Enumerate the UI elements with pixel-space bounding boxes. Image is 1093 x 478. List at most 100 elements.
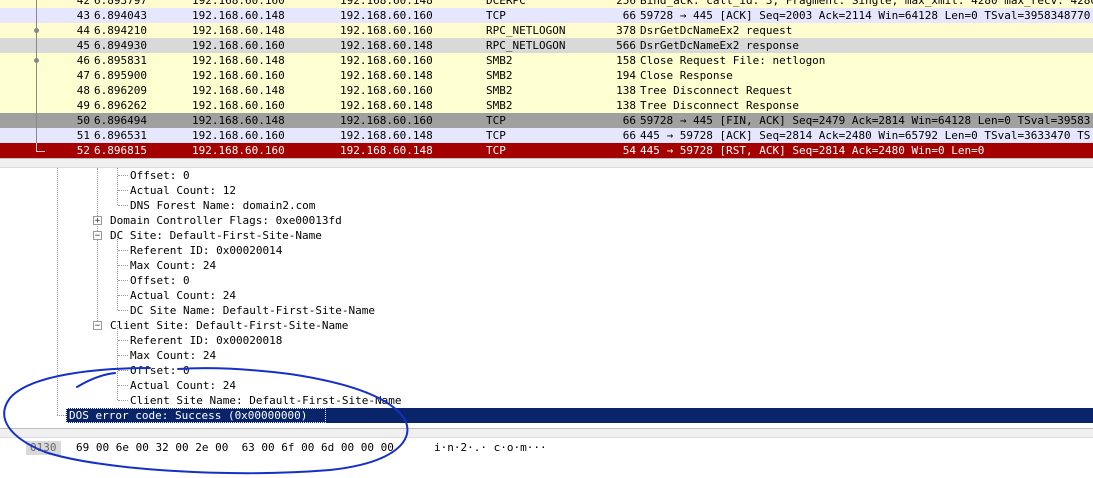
tree-item-offset[interactable]: Offset: 0 — [130, 168, 190, 183]
packet-info: Close Response — [640, 69, 733, 82]
related-packet-indicator — [0, 128, 44, 143]
packet-row[interactable]: 49 6.896262 192.168.60.160 192.168.60.148 SM… — [0, 98, 1093, 113]
packet-destination: 192.168.60.160 — [340, 54, 433, 67]
packet-destination: 192.168.60.148 — [340, 39, 433, 52]
hex-bytes[interactable]: 69 00 6e 00 32 00 2e 00 63 00 6f 00 6d 0… — [76, 441, 394, 455]
tree-item-referent-id[interactable]: Referent ID: 0x00020014 — [130, 243, 282, 258]
packet-protocol: RPC_NETLOGON — [486, 24, 566, 37]
packet-protocol: DCERPC — [486, 0, 526, 7]
tree-item-max-count[interactable]: Max Count: 24 — [130, 348, 216, 363]
packet-protocol: SMB2 — [486, 99, 513, 112]
packet-length: 256 — [616, 0, 636, 7]
packet-row[interactable]: 42 6.893797 192.168.60.160 192.168.60.148 DC… — [0, 0, 1093, 8]
packet-protocol: TCP — [486, 129, 506, 142]
collapse-icon[interactable]: − — [93, 321, 102, 331]
packet-details-pane[interactable]: Offset: 0 Actual Count: 12 DNS Forest Na… — [0, 168, 1093, 426]
pane-splitter-bottom[interactable] — [0, 428, 1093, 438]
expand-icon[interactable]: + — [93, 216, 102, 226]
related-packet-indicator — [0, 113, 44, 128]
packet-row[interactable]: 43 6.894043 192.168.60.148 192.168.60.160 TC… — [0, 8, 1093, 23]
tree-item-dc-flags[interactable]: Domain Controller Flags: 0xe00013fd — [110, 213, 342, 228]
packet-bytes-pane[interactable]: 0130 69 00 6e 00 32 00 2e 00 63 00 6f 00… — [0, 438, 1093, 478]
packet-row[interactable]: 46 6.895831 192.168.60.148 192.168.60.160 SM… — [0, 53, 1093, 68]
packet-time: 6.896209 — [94, 84, 147, 97]
tree-item-client-site-name[interactable]: Client Site Name: Default-First-Site-Nam… — [130, 393, 402, 408]
packet-list[interactable]: 42 6.893797 192.168.60.160 192.168.60.148 DC… — [0, 0, 1093, 158]
tree-guide-line — [117, 325, 118, 400]
tree-item-client-site[interactable]: Client Site: Default-First-Site-Name — [110, 318, 348, 333]
packet-row[interactable]: 47 6.895900 192.168.60.160 192.168.60.148 SM… — [0, 68, 1093, 83]
packet-time: 6.893797 — [94, 0, 147, 7]
packet-protocol: RPC_NETLOGON — [486, 39, 566, 52]
packet-row[interactable]: 51 6.896531 192.168.60.160 192.168.60.148 TC… — [0, 128, 1093, 143]
tree-item-offset[interactable]: Offset: 0 — [130, 273, 190, 288]
packet-number: 45 — [76, 39, 90, 52]
packet-number: 49 — [76, 99, 90, 112]
packet-row[interactable]: 50 6.896494 192.168.60.148 192.168.60.160 TC… — [0, 113, 1093, 128]
ascii-bytes[interactable]: i·n·2·.· c·o·m··· — [434, 441, 547, 455]
tree-item-actual-count[interactable]: Actual Count: 24 — [130, 288, 236, 303]
packet-length: 378 — [616, 24, 636, 37]
related-end — [36, 143, 45, 152]
packet-protocol: TCP — [486, 114, 506, 127]
packet-protocol: SMB2 — [486, 69, 513, 82]
packet-source: 192.168.60.160 — [192, 69, 285, 82]
related-dot — [34, 28, 39, 33]
pane-splitter-top[interactable] — [0, 158, 1093, 168]
tree-guide-line — [117, 168, 118, 205]
related-line — [36, 98, 37, 113]
tree-item-dos-error-code[interactable]: DOS error code: Success (0x00000000) — [66, 408, 1093, 423]
packet-destination: 192.168.60.148 — [340, 144, 433, 157]
packet-number: 42 — [76, 0, 90, 7]
packet-destination: 192.168.60.148 — [340, 99, 433, 112]
packet-source: 192.168.60.148 — [192, 84, 285, 97]
packet-info: Tree Disconnect Response — [640, 99, 799, 112]
packet-source: 192.168.60.148 — [192, 24, 285, 37]
related-packet-indicator — [0, 8, 44, 23]
packet-source: 192.168.60.160 — [192, 99, 285, 112]
tree-item-offset[interactable]: Offset: 0 — [130, 363, 190, 378]
packet-length: 158 — [616, 54, 636, 67]
packet-time: 6.896531 — [94, 129, 147, 142]
packet-time: 6.896815 — [94, 144, 147, 157]
packet-info: 445 → 59728 [RST, ACK] Seq=2814 Ack=2480… — [640, 144, 985, 157]
packet-info: DsrGetDcNameEx2 request — [640, 24, 793, 37]
tree-item-referent-id[interactable]: Referent ID: 0x00020018 — [130, 333, 282, 348]
packet-info: 59728 → 445 [FIN, ACK] Seq=2479 Ack=2814… — [640, 114, 1091, 127]
tree-item-dns-forest-name[interactable]: DNS Forest Name: domain2.com — [130, 198, 315, 213]
tree-item-actual-count[interactable]: Actual Count: 24 — [130, 378, 236, 393]
tree-item-actual-count[interactable]: Actual Count: 12 — [130, 183, 236, 198]
packet-row[interactable]: 48 6.896209 192.168.60.148 192.168.60.160 SM… — [0, 83, 1093, 98]
related-line — [36, 113, 37, 128]
packet-length: 138 — [616, 84, 636, 97]
packet-destination: 192.168.60.148 — [340, 129, 433, 142]
packet-destination: 192.168.60.160 — [340, 114, 433, 127]
tree-item-dc-site-name[interactable]: DC Site Name: Default-First-Site-Name — [130, 303, 375, 318]
packet-length: 138 — [616, 99, 636, 112]
tree-guide-line — [117, 235, 118, 310]
packet-time: 6.896262 — [94, 99, 147, 112]
packet-time: 6.896494 — [94, 114, 147, 127]
packet-row[interactable]: 44 6.894210 192.168.60.148 192.168.60.160 RP… — [0, 23, 1093, 38]
packet-protocol: SMB2 — [486, 54, 513, 67]
related-packet-indicator — [0, 53, 44, 68]
collapse-icon[interactable]: − — [93, 231, 102, 241]
packet-source: 192.168.60.148 — [192, 54, 285, 67]
packet-number: 52 — [76, 144, 90, 157]
packet-protocol: TCP — [486, 144, 506, 157]
packet-destination: 192.168.60.160 — [340, 84, 433, 97]
packet-destination: 192.168.60.160 — [340, 24, 433, 37]
packet-row[interactable]: 45 6.894930 192.168.60.160 192.168.60.148 RP… — [0, 38, 1093, 53]
packet-info: DsrGetDcNameEx2 response — [640, 39, 799, 52]
tree-item-dc-site[interactable]: DC Site: Default-First-Site-Name — [110, 228, 322, 243]
related-line — [36, 128, 37, 143]
packet-row[interactable]: 52 6.896815 192.168.60.160 192.168.60.148 TC… — [0, 143, 1093, 158]
packet-time: 6.894043 — [94, 9, 147, 22]
related-line — [36, 68, 37, 83]
related-line — [36, 38, 37, 53]
packet-source: 192.168.60.160 — [192, 129, 285, 142]
tree-item-label: DOS error code: Success (0x00000000) — [69, 409, 308, 422]
packet-protocol: SMB2 — [486, 84, 513, 97]
tree-item-max-count[interactable]: Max Count: 24 — [130, 258, 216, 273]
packet-number: 51 — [76, 129, 90, 142]
